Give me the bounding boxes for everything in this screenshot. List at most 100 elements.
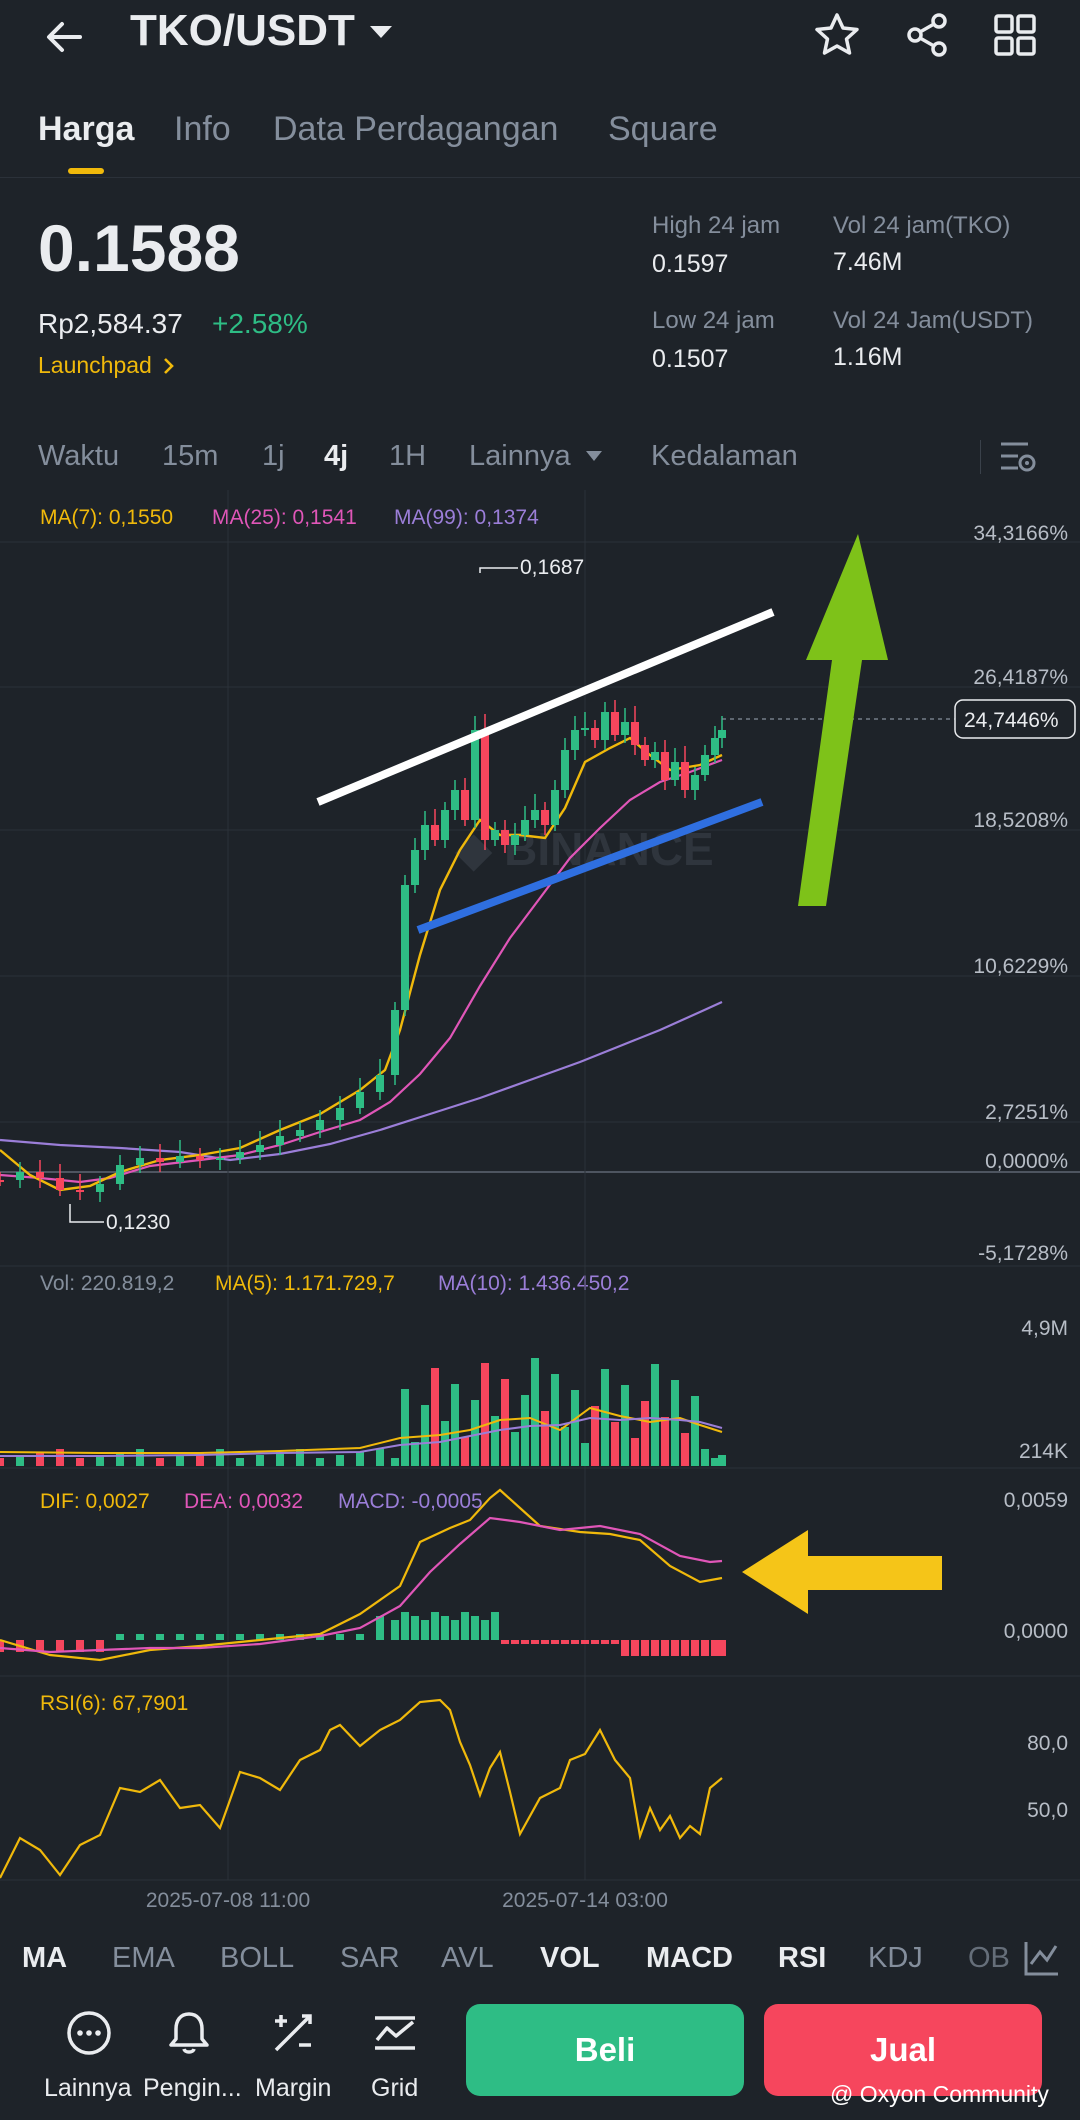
indicator-settings-icon[interactable] bbox=[1022, 1938, 1062, 1978]
volume-bar bbox=[136, 1449, 144, 1466]
candle-body bbox=[661, 752, 669, 780]
volume-bar bbox=[156, 1458, 164, 1466]
timeframe-more[interactable]: Lainnya bbox=[469, 440, 603, 473]
volume-bar bbox=[541, 1411, 549, 1466]
tab-square[interactable]: Square bbox=[608, 110, 718, 149]
indicator-kdj[interactable]: KDJ bbox=[868, 1942, 923, 1975]
star-icon[interactable] bbox=[812, 10, 862, 60]
macd-bar bbox=[681, 1640, 689, 1656]
volume-bar bbox=[501, 1379, 509, 1466]
bell-icon[interactable] bbox=[164, 2008, 214, 2058]
macd-bar bbox=[651, 1640, 659, 1656]
timeframe-waktu[interactable]: Waktu bbox=[38, 440, 119, 473]
low-marker bbox=[69, 1204, 104, 1223]
macd-bar bbox=[491, 1612, 499, 1640]
margin-icon[interactable] bbox=[268, 2008, 318, 2058]
more-icon[interactable] bbox=[64, 2008, 114, 2058]
vol-axis-label: 214K bbox=[1019, 1440, 1068, 1463]
share-icon[interactable] bbox=[902, 10, 952, 60]
x-axis-date: 2025-07-14 03:00 bbox=[502, 1889, 668, 1912]
candle-body bbox=[671, 762, 679, 780]
volume-bar bbox=[336, 1455, 344, 1466]
candle-body bbox=[501, 830, 509, 845]
grid-bot-icon[interactable] bbox=[370, 2008, 420, 2058]
candle-body bbox=[711, 738, 719, 755]
margin-label[interactable]: Margin bbox=[255, 2074, 331, 2103]
timeframe-1h[interactable]: 1H bbox=[389, 440, 426, 473]
chart-grid bbox=[0, 490, 1080, 1881]
candle-body bbox=[441, 810, 449, 840]
candle-body bbox=[56, 1178, 64, 1190]
candle-body bbox=[276, 1136, 284, 1145]
timeframe-1j[interactable]: 1j bbox=[262, 440, 285, 473]
candle-body bbox=[136, 1158, 144, 1165]
more-label[interactable]: Lainnya bbox=[44, 2074, 132, 2103]
alert-label[interactable]: Pengin... bbox=[143, 2074, 242, 2103]
chevron-down-icon[interactable] bbox=[366, 22, 396, 42]
macd-bar bbox=[711, 1640, 719, 1656]
candle-body bbox=[411, 850, 419, 885]
indicator-rsi[interactable]: RSI bbox=[778, 1942, 826, 1975]
back-arrow-icon[interactable] bbox=[40, 12, 90, 62]
macd-bar bbox=[401, 1612, 409, 1640]
tab-data-perdagangan[interactable]: Data Perdagangan bbox=[273, 110, 558, 149]
timeframe-more-label: Lainnya bbox=[469, 440, 571, 472]
pair-title[interactable]: TKO/USDT bbox=[130, 6, 355, 56]
launchpad-link[interactable]: Launchpad bbox=[38, 352, 176, 379]
high-mark-label: 0,1687 bbox=[520, 556, 584, 579]
candle-body bbox=[431, 825, 439, 840]
vol-tko-label: Vol 24 jam(TKO) bbox=[833, 212, 1011, 239]
grid-label[interactable]: Grid bbox=[371, 2074, 418, 2103]
tab-harga[interactable]: Harga bbox=[38, 110, 134, 149]
timeframe-4j[interactable]: 4j bbox=[324, 440, 348, 473]
candle-body bbox=[718, 730, 726, 738]
macd-bar bbox=[541, 1640, 549, 1644]
indicator-vol[interactable]: VOL bbox=[540, 1942, 600, 1975]
candles bbox=[0, 700, 726, 1202]
vol-usdt-label: Vol 24 Jam(USDT) bbox=[833, 307, 1034, 334]
timeframe-depth[interactable]: Kedalaman bbox=[651, 440, 798, 473]
volume-bar bbox=[0, 1458, 4, 1466]
indicator-ema[interactable]: EMA bbox=[112, 1942, 175, 1975]
candle-body bbox=[621, 722, 629, 735]
candle-body bbox=[461, 790, 469, 820]
chart-settings-icon[interactable] bbox=[998, 438, 1038, 476]
macd-bar bbox=[718, 1640, 726, 1656]
dea-line bbox=[0, 1516, 723, 1654]
vol-usdt-value: 1.16M bbox=[833, 343, 903, 371]
tab-info[interactable]: Info bbox=[174, 110, 231, 149]
rsi-axis-label: 50,0 bbox=[1027, 1799, 1068, 1822]
volume-bar bbox=[76, 1458, 84, 1466]
volume-bar bbox=[401, 1389, 409, 1466]
indicator-ma[interactable]: MA bbox=[22, 1942, 67, 1975]
high-label: High 24 jam bbox=[652, 212, 781, 239]
indicator-boll[interactable]: BOLL bbox=[220, 1942, 294, 1975]
active-tab-indicator bbox=[68, 168, 104, 174]
volume-bar bbox=[176, 1455, 184, 1466]
candlestick-chart[interactable]: ◆ BINANCE 0,1687 0,1230 24,7446% 34,3166… bbox=[0, 490, 1080, 1920]
macd-bar bbox=[116, 1634, 124, 1640]
macd-bar bbox=[591, 1640, 599, 1644]
candle-body bbox=[336, 1108, 344, 1120]
candle-body bbox=[116, 1165, 124, 1184]
macd-bar bbox=[156, 1634, 164, 1640]
indicator-sar[interactable]: SAR bbox=[340, 1942, 400, 1975]
timeframe-15m[interactable]: 15m bbox=[162, 440, 218, 473]
candle-body bbox=[641, 745, 649, 760]
low-mark-label: 0,1230 bbox=[106, 1211, 170, 1234]
macd-bar bbox=[641, 1640, 649, 1656]
buy-button[interactable]: Beli bbox=[466, 2004, 744, 2096]
volume-bar bbox=[356, 1452, 364, 1466]
grid-icon[interactable] bbox=[990, 10, 1040, 60]
community-watermark: @ Oxyon Community bbox=[830, 2081, 1049, 2107]
y-axis-label: 10,6229% bbox=[973, 955, 1068, 978]
volume-bar bbox=[601, 1369, 609, 1466]
macd-bar bbox=[701, 1640, 709, 1656]
indicator-macd[interactable]: MACD bbox=[646, 1942, 733, 1975]
macd-bar bbox=[691, 1640, 699, 1656]
volume-bar bbox=[461, 1437, 469, 1466]
y-axis-label: 0,0000% bbox=[985, 1150, 1068, 1173]
indicator-ob[interactable]: OB bbox=[968, 1942, 1010, 1975]
volume-bar bbox=[441, 1421, 449, 1466]
indicator-avl[interactable]: AVL bbox=[441, 1942, 494, 1975]
